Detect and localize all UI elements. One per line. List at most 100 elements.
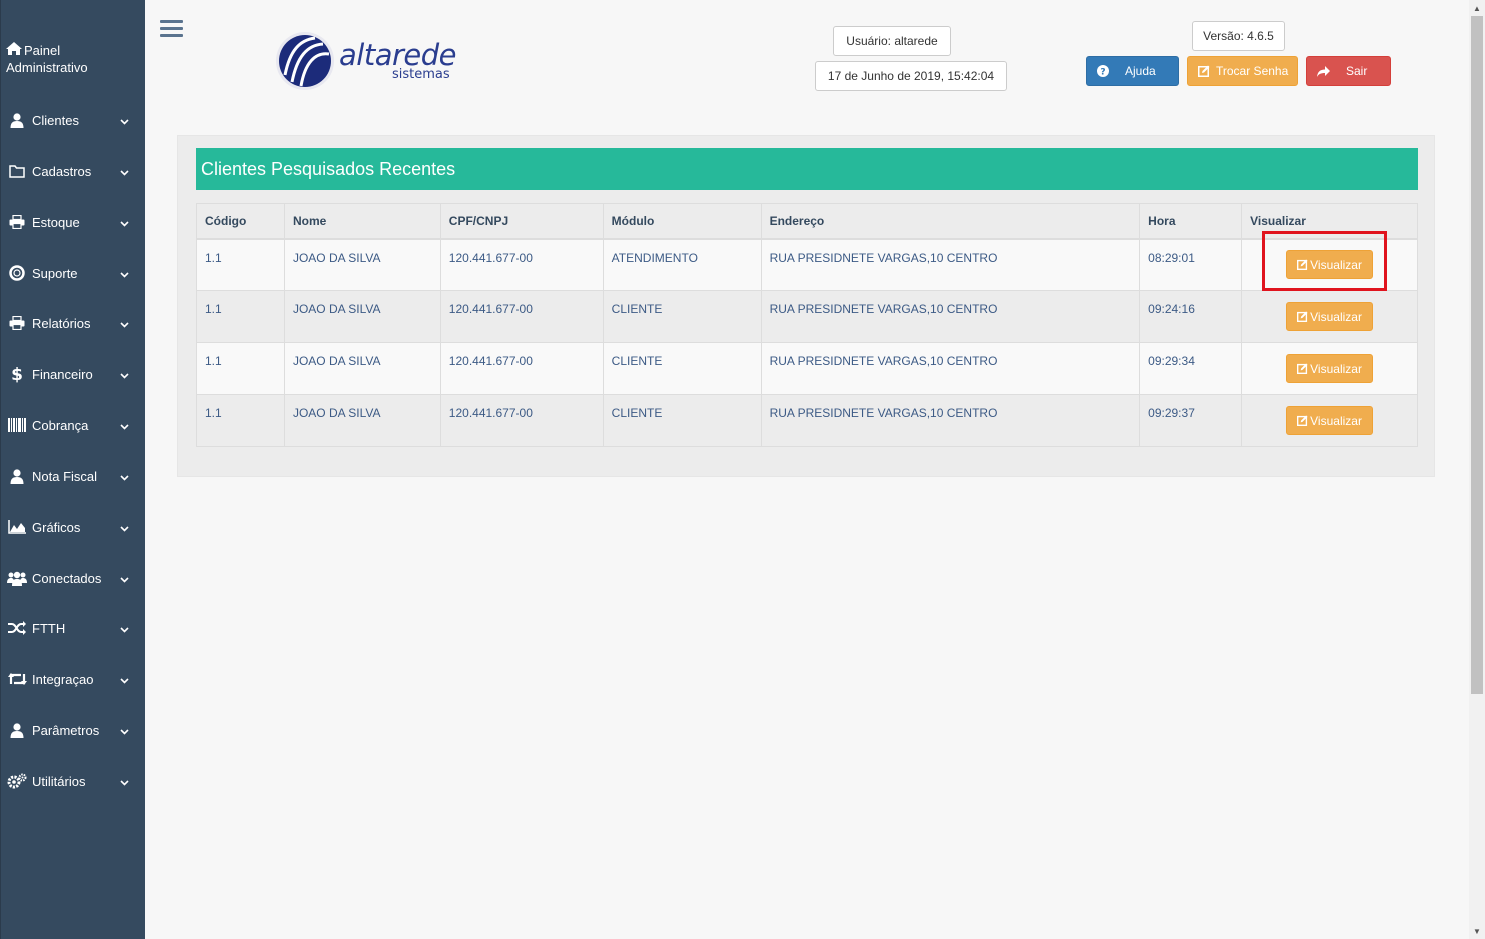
svg-text:$: $ bbox=[11, 365, 23, 383]
chevron-down-icon bbox=[112, 164, 136, 179]
datetime-indicator: 17 de Junho de 2019, 15:42:04 bbox=[815, 61, 1007, 91]
sidebar-item-graficos[interactable]: Gráficos bbox=[1, 512, 146, 542]
vertical-scrollbar[interactable]: ▲ ▼ bbox=[1469, 0, 1485, 939]
view-button[interactable]: Visualizar bbox=[1286, 354, 1373, 383]
change-password-label: Trocar Senha bbox=[1216, 64, 1289, 78]
cell-visualizar: Visualizar bbox=[1241, 342, 1418, 395]
chevron-down-icon bbox=[112, 723, 136, 738]
logo-mark-icon bbox=[276, 32, 334, 90]
cell-modulo: ATENDIMENTO bbox=[602, 238, 762, 291]
cell-endereco: RUA PRESIDNETE VARGAS,10 CENTRO bbox=[760, 394, 1141, 447]
user-icon bbox=[4, 468, 30, 484]
home-icon bbox=[6, 42, 24, 59]
sidebar-item-label: Relatórios bbox=[32, 315, 91, 331]
question-circle-icon: ? bbox=[1097, 65, 1109, 77]
panel-title: Clientes Pesquisados Recentes bbox=[196, 148, 1418, 190]
sidebar-item-label: Gráficos bbox=[32, 519, 81, 535]
sidebar: Painel Administrativo Clientes Cadastros E… bbox=[0, 0, 145, 939]
sidebar-item-utilitarios[interactable]: Utilitários bbox=[1, 766, 146, 796]
highlight-box bbox=[1262, 231, 1387, 291]
sidebar-item-clientes[interactable]: Clientes bbox=[1, 105, 146, 135]
cell-endereco: RUA PRESIDNETE VARGAS,10 CENTRO bbox=[760, 238, 1141, 291]
sidebar-item-label: FTTH bbox=[32, 620, 66, 636]
edit-icon bbox=[1297, 415, 1308, 426]
recent-clients-table: Código Nome CPF/CNPJ Módulo Endereço Hor… bbox=[196, 203, 1418, 447]
scroll-down-arrow-icon[interactable]: ▼ bbox=[1469, 923, 1485, 939]
printer-icon bbox=[4, 215, 30, 229]
cell-modulo: CLIENTE bbox=[602, 394, 762, 447]
chevron-down-icon bbox=[112, 215, 136, 230]
cell-cpf: 120.441.677-00 bbox=[439, 394, 604, 447]
cell-nome: JOAO DA SILVA bbox=[283, 342, 441, 395]
printer-icon bbox=[4, 316, 30, 330]
chevron-down-icon bbox=[112, 266, 136, 281]
chevron-down-icon bbox=[112, 621, 136, 636]
column-header-endereco[interactable]: Endereço bbox=[760, 203, 1141, 240]
cell-modulo: CLIENTE bbox=[602, 342, 762, 395]
column-header-nome[interactable]: Nome bbox=[283, 203, 441, 240]
view-button-label: Visualizar bbox=[1310, 309, 1362, 324]
cell-codigo: 1.1 bbox=[196, 394, 285, 447]
chevron-down-icon bbox=[112, 469, 136, 484]
help-button-label: Ajuda bbox=[1125, 64, 1156, 78]
sidebar-item-financeiro[interactable]: $ Financeiro bbox=[1, 359, 146, 389]
sidebar-item-label: Conectados bbox=[32, 570, 102, 586]
logo-subword: sistemas bbox=[392, 67, 450, 82]
scroll-up-arrow-icon[interactable]: ▲ bbox=[1469, 0, 1485, 16]
chevron-down-icon bbox=[112, 418, 136, 433]
chevron-down-icon bbox=[112, 316, 136, 331]
cell-codigo: 1.1 bbox=[196, 290, 285, 343]
cell-hora: 08:29:01 bbox=[1139, 238, 1243, 291]
sidebar-item-nota-fiscal[interactable]: Nota Fiscal bbox=[1, 461, 146, 491]
users-icon bbox=[4, 571, 30, 586]
folder-icon bbox=[4, 164, 30, 178]
sidebar-item-label: Nota Fiscal bbox=[32, 468, 98, 484]
column-header-codigo[interactable]: Código bbox=[196, 203, 285, 240]
sidebar-item-cobranca[interactable]: Cobrança bbox=[1, 410, 146, 440]
sidebar-item-label: Integraçao bbox=[32, 671, 94, 687]
chevron-down-icon bbox=[112, 571, 136, 586]
cell-cpf: 120.441.677-00 bbox=[439, 238, 604, 291]
sidebar-home-link[interactable]: Painel Administrativo bbox=[6, 42, 88, 76]
view-button[interactable]: Visualizar bbox=[1286, 406, 1373, 435]
retweet-icon bbox=[4, 672, 30, 686]
cell-codigo: 1.1 bbox=[196, 342, 285, 395]
cell-cpf: 120.441.677-00 bbox=[439, 290, 604, 343]
logo: altarede sistemas bbox=[275, 28, 460, 92]
sidebar-item-suporte[interactable]: Suporte bbox=[1, 258, 146, 288]
cogs-icon bbox=[4, 773, 30, 789]
share-arrow-icon bbox=[1317, 65, 1330, 77]
table-row: 1.1 JOAO DA SILVA 120.441.677-00 CLIENTE RUA… bbox=[196, 290, 1418, 343]
sidebar-item-cadastros[interactable]: Cadastros bbox=[1, 156, 146, 186]
cell-visualizar: Visualizar bbox=[1241, 290, 1418, 343]
sidebar-item-parametros[interactable]: Parâmetros bbox=[1, 715, 146, 745]
help-button[interactable]: ? Ajuda bbox=[1086, 56, 1179, 86]
column-header-cpf[interactable]: CPF/CNPJ bbox=[439, 203, 604, 240]
column-header-modulo[interactable]: Módulo bbox=[602, 203, 762, 240]
table-row: 1.1 JOAO DA SILVA 120.441.677-00 CLIENTE RUA… bbox=[196, 342, 1418, 395]
sidebar-item-ftth[interactable]: FTTH bbox=[1, 613, 146, 643]
cell-nome: JOAO DA SILVA bbox=[283, 394, 441, 447]
sidebar-item-relatorios[interactable]: Relatórios bbox=[1, 308, 146, 338]
chevron-down-icon bbox=[112, 672, 136, 687]
sidebar-item-label: Parâmetros bbox=[32, 722, 100, 738]
menu-toggle-button[interactable] bbox=[160, 20, 183, 39]
sidebar-item-label: Utilitários bbox=[32, 773, 86, 789]
chevron-down-icon bbox=[112, 367, 136, 382]
cell-modulo: CLIENTE bbox=[602, 290, 762, 343]
sidebar-item-estoque[interactable]: Estoque bbox=[1, 207, 146, 237]
table-row: 1.1 JOAO DA SILVA 120.441.677-00 CLIENTE RUA… bbox=[196, 394, 1418, 447]
sidebar-item-conectados[interactable]: Conectados bbox=[1, 563, 146, 593]
sidebar-home-label-1: Painel bbox=[24, 43, 61, 58]
exit-button[interactable]: Sair bbox=[1306, 56, 1391, 86]
view-button-label: Visualizar bbox=[1310, 413, 1362, 428]
column-header-hora[interactable]: Hora bbox=[1139, 203, 1243, 240]
exit-button-label: Sair bbox=[1346, 64, 1368, 78]
sidebar-item-label: Cadastros bbox=[32, 163, 92, 179]
change-password-button[interactable]: Trocar Senha bbox=[1187, 56, 1298, 86]
scroll-thumb[interactable] bbox=[1471, 16, 1483, 694]
view-button[interactable]: Visualizar bbox=[1286, 302, 1373, 331]
cell-cpf: 120.441.677-00 bbox=[439, 342, 604, 395]
edit-icon bbox=[1198, 65, 1210, 77]
sidebar-item-integracao[interactable]: Integraçao bbox=[1, 664, 146, 694]
